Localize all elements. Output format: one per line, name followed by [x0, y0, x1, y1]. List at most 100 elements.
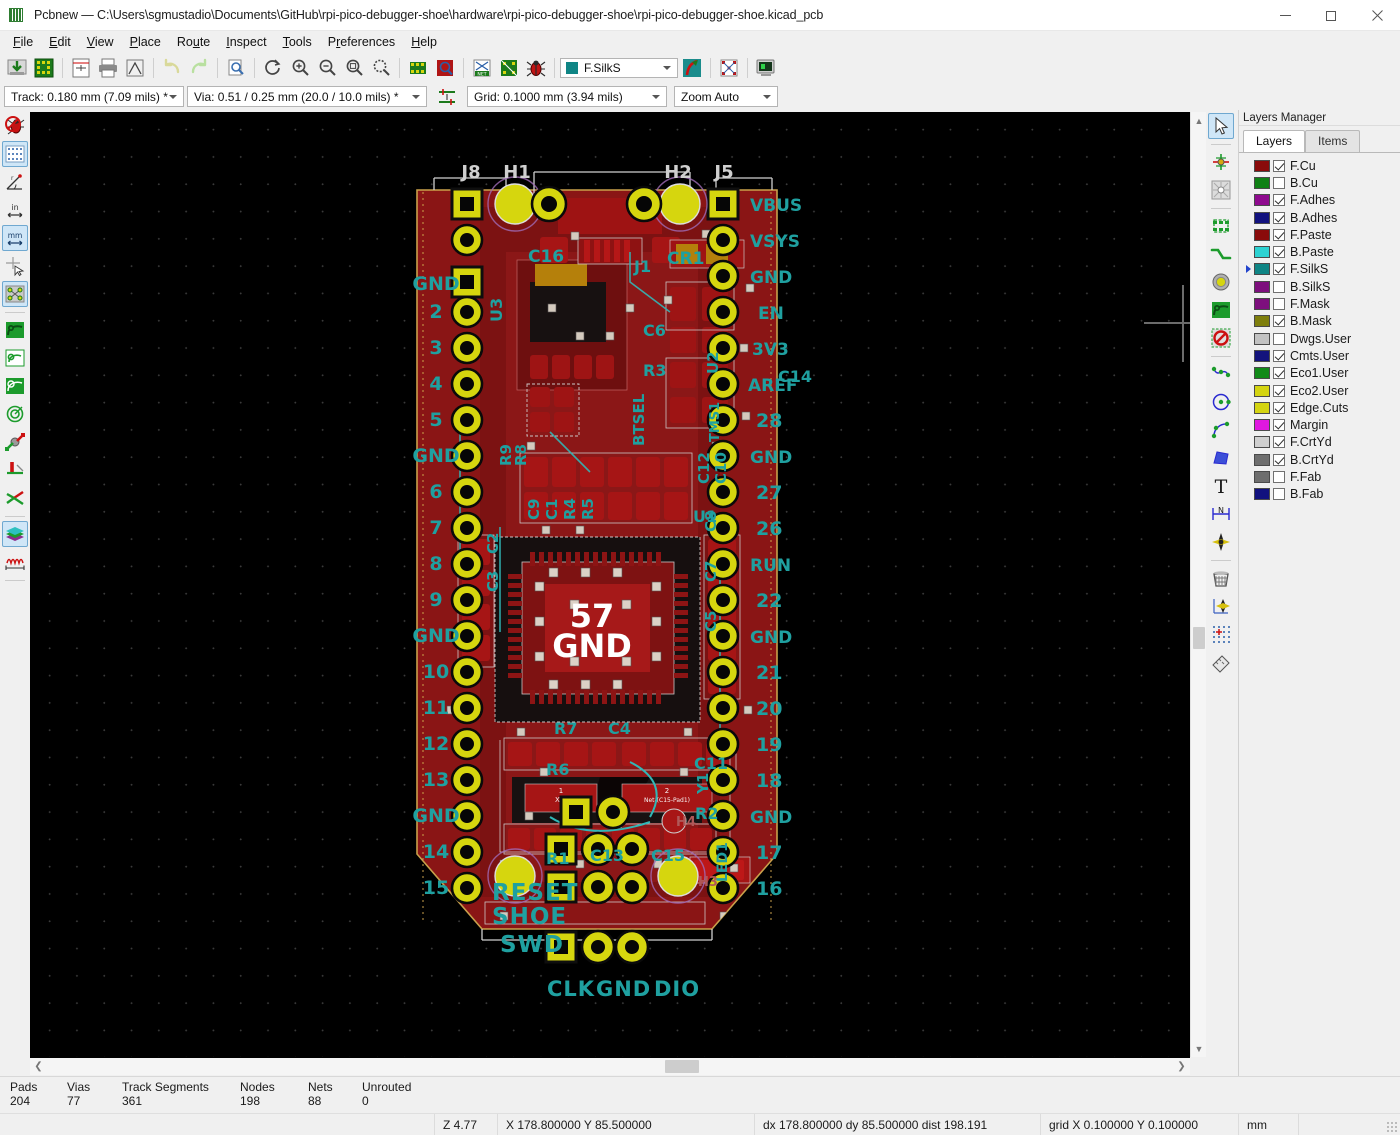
- layer-visibility-checkbox[interactable]: [1273, 281, 1285, 293]
- layer-visibility-checkbox[interactable]: [1273, 263, 1285, 275]
- ratsnest-icon[interactable]: [716, 55, 742, 81]
- layer-visibility-checkbox[interactable]: [1273, 194, 1285, 206]
- add-zone-icon[interactable]: [1208, 297, 1234, 323]
- page-settings-icon[interactable]: [68, 55, 94, 81]
- layer-row[interactable]: B.Mask: [1239, 313, 1400, 330]
- layer-color-swatch[interactable]: [1254, 350, 1270, 362]
- scroll-right-button[interactable]: ❯: [1173, 1058, 1190, 1075]
- layer-row[interactable]: B.Paste: [1239, 243, 1400, 260]
- add-via-icon[interactable]: [1208, 269, 1234, 295]
- layer-color-swatch[interactable]: [1254, 488, 1270, 500]
- layer-row[interactable]: Eco2.User: [1239, 382, 1400, 399]
- layer-row[interactable]: B.SilkS: [1239, 278, 1400, 295]
- graphic-sketch-icon[interactable]: [2, 485, 28, 511]
- active-layer-select[interactable]: F.SilkS: [560, 58, 678, 78]
- footprint-viewer-icon[interactable]: [432, 55, 458, 81]
- polar-coords-icon[interactable]: r: [2, 169, 28, 195]
- layer-row[interactable]: F.Fab: [1239, 468, 1400, 485]
- layer-color-swatch[interactable]: [1254, 212, 1270, 224]
- layer-color-swatch[interactable]: [1254, 367, 1270, 379]
- layer-row[interactable]: F.Cu: [1239, 157, 1400, 174]
- track-width-select[interactable]: Track: 0.180 mm (7.09 mils) *: [4, 86, 184, 107]
- layer-row[interactable]: F.Mask: [1239, 295, 1400, 312]
- find-icon[interactable]: [223, 55, 249, 81]
- refresh-icon[interactable]: [260, 55, 286, 81]
- zone-sketch-icon[interactable]: [2, 373, 28, 399]
- netlist-icon[interactable]: NET: [469, 55, 495, 81]
- layer-row[interactable]: B.CrtYd: [1239, 451, 1400, 468]
- close-button[interactable]: [1354, 0, 1400, 31]
- scroll-down-button[interactable]: ▼: [1191, 1040, 1207, 1057]
- trash-icon[interactable]: [1208, 565, 1234, 591]
- measure-icon[interactable]: [1208, 649, 1234, 675]
- crosshair-cursor-icon[interactable]: [2, 253, 28, 279]
- layer-row[interactable]: F.Adhes: [1239, 192, 1400, 209]
- add-arc-icon[interactable]: [1208, 417, 1234, 443]
- layer-color-swatch[interactable]: [1254, 436, 1270, 448]
- plot-icon[interactable]: [122, 55, 148, 81]
- layer-row[interactable]: Edge.Cuts: [1239, 399, 1400, 416]
- menu-help[interactable]: Help: [403, 32, 445, 52]
- zoom-fit-icon[interactable]: [341, 55, 367, 81]
- menu-inspect[interactable]: Inspect: [218, 32, 274, 52]
- aux-origin-icon[interactable]: [1208, 593, 1234, 619]
- save-icon[interactable]: [4, 55, 30, 81]
- layer-row[interactable]: F.Paste: [1239, 226, 1400, 243]
- grid-select[interactable]: Grid: 0.1000 mm (3.94 mils): [467, 86, 667, 107]
- canvas-vertical-scrollbar[interactable]: ▲ ▼: [1190, 112, 1206, 1057]
- microwave-icon[interactable]: [2, 549, 28, 575]
- board-setup-icon[interactable]: [31, 55, 57, 81]
- layer-visibility-checkbox[interactable]: [1273, 454, 1285, 466]
- layer-color-swatch[interactable]: [1254, 194, 1270, 206]
- layers-stack-icon[interactable]: [2, 521, 28, 547]
- zoom-in-icon[interactable]: [287, 55, 313, 81]
- layer-color-swatch[interactable]: [1254, 229, 1270, 241]
- highlight-net-icon[interactable]: [679, 55, 705, 81]
- layer-color-swatch[interactable]: [1254, 402, 1270, 414]
- add-polygon-icon[interactable]: [1208, 361, 1234, 387]
- layer-visibility-checkbox[interactable]: [1273, 367, 1285, 379]
- layer-visibility-checkbox[interactable]: [1273, 419, 1285, 431]
- layer-visibility-checkbox[interactable]: [1273, 229, 1285, 241]
- layer-color-swatch[interactable]: [1254, 160, 1270, 172]
- maximize-button[interactable]: [1308, 0, 1354, 31]
- menu-place[interactable]: Place: [122, 32, 169, 52]
- layer-row[interactable]: Eco1.User: [1239, 365, 1400, 382]
- layer-visibility-checkbox[interactable]: [1273, 385, 1285, 397]
- pcb-canvas[interactable]: 1 XIN 2 Net-(C15-Pad1): [30, 112, 1190, 1057]
- add-text-icon[interactable]: T: [1208, 473, 1234, 499]
- zoom-area-icon[interactable]: [368, 55, 394, 81]
- drc-bug-icon[interactable]: [523, 55, 549, 81]
- menu-edit[interactable]: Edit: [41, 32, 79, 52]
- zone-filled-icon[interactable]: [2, 317, 28, 343]
- scroll-left-button[interactable]: ❮: [30, 1058, 47, 1075]
- layer-visibility-checkbox[interactable]: [1273, 471, 1285, 483]
- layer-color-swatch[interactable]: [1254, 333, 1270, 345]
- layer-color-swatch[interactable]: [1254, 454, 1270, 466]
- undo-icon[interactable]: [159, 55, 185, 81]
- 3d-viewer-icon[interactable]: [753, 55, 779, 81]
- scroll-up-button[interactable]: ▲: [1191, 112, 1207, 129]
- mm-units-icon[interactable]: mm: [2, 225, 28, 251]
- update-pcb-icon[interactable]: [496, 55, 522, 81]
- layer-color-swatch[interactable]: [1254, 298, 1270, 310]
- layer-visibility-checkbox[interactable]: [1273, 488, 1285, 500]
- layer-row[interactable]: Dwgs.User: [1239, 330, 1400, 347]
- layer-visibility-checkbox[interactable]: [1273, 315, 1285, 327]
- layer-color-swatch[interactable]: [1254, 385, 1270, 397]
- drill-origin-icon[interactable]: [1208, 529, 1234, 555]
- layer-row[interactable]: Margin: [1239, 416, 1400, 433]
- cursor-arrow-icon[interactable]: [1208, 113, 1234, 139]
- resize-grip[interactable]: [1386, 1121, 1398, 1133]
- ratsnest-show-icon[interactable]: [2, 281, 28, 307]
- layer-row[interactable]: F.SilkS: [1239, 261, 1400, 278]
- via-size-select[interactable]: Via: 0.51 / 0.25 mm (20.0 / 10.0 mils) *: [187, 86, 427, 107]
- via-sketch-icon[interactable]: [2, 429, 28, 455]
- layer-row[interactable]: F.CrtYd: [1239, 434, 1400, 451]
- layer-color-swatch[interactable]: [1254, 419, 1270, 431]
- print-icon[interactable]: [95, 55, 121, 81]
- layer-color-swatch[interactable]: [1254, 471, 1270, 483]
- layer-color-swatch[interactable]: [1254, 315, 1270, 327]
- menu-preferences[interactable]: Preferences: [320, 32, 403, 52]
- grid-origin-icon[interactable]: [1208, 621, 1234, 647]
